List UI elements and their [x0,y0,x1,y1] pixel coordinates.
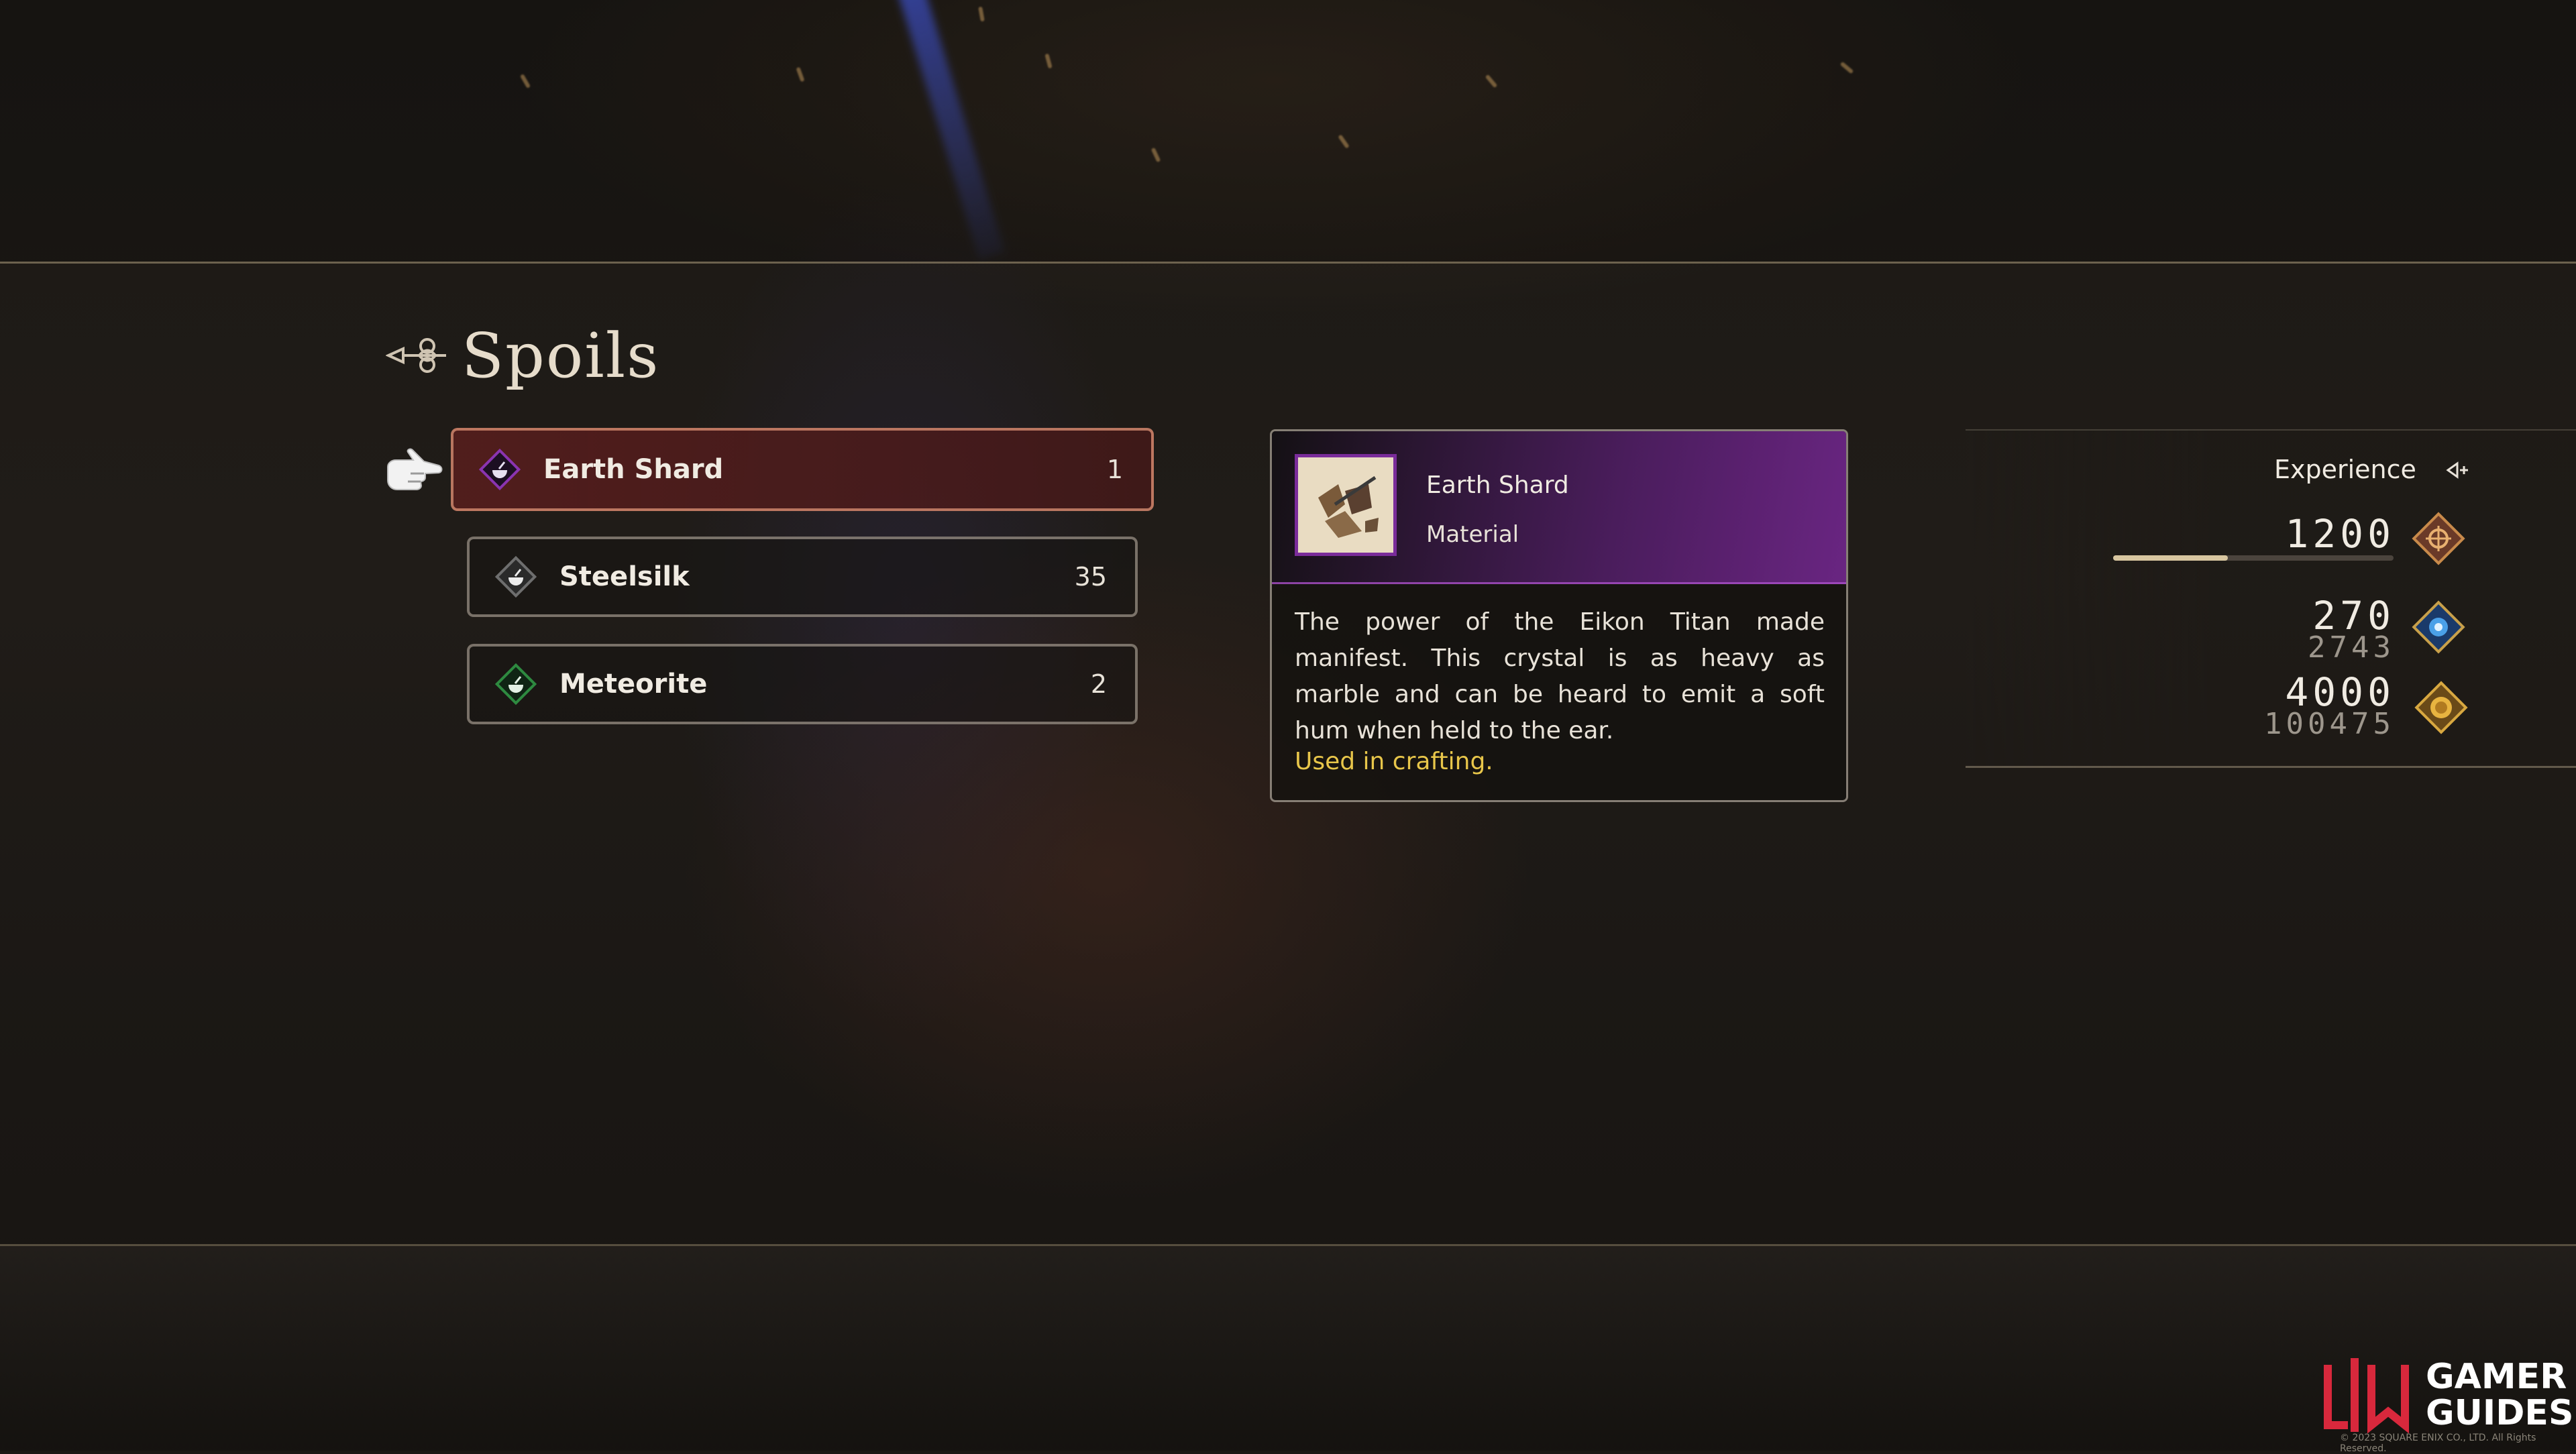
page-title: Spoils [462,319,660,392]
item-count: 2 [1090,669,1107,699]
top-band [0,0,2576,264]
item-detail-panel: Earth Shard Material The power of the Ei… [1270,429,1848,802]
detail-item-type: Material [1426,521,1519,548]
detail-description: The power of the Eikon Titan made manife… [1295,608,1825,744]
material-diamond-icon [495,663,537,705]
pointer-hand-icon [387,448,443,490]
item-detail-header: Earth Shard Material [1272,431,1846,584]
item-name: Earth Shard [543,454,724,485]
experience-gem-icon [2412,512,2465,565]
copyright-notice: © 2023 SQUARE ENIX CO., LTD. All Rights … [2340,1433,2536,1454]
ability-points-total: 2743 [2308,630,2395,665]
ability-points-gem-icon [2412,600,2465,654]
experience-arrow-icon [2446,461,2468,479]
item-name: Steelsilk [559,561,690,592]
experience-gained: 1200 [2285,511,2395,557]
spoils-item-earth-shard[interactable]: Earth Shard 1 [451,428,1154,511]
earth-shard-thumbnail [1295,454,1397,556]
logo-text-line1: GAMER [2426,1357,2567,1397]
experience-progress-fill [2113,555,2229,561]
gamer-guides-logo-mark [2324,1358,2409,1434]
page-header: Spoils [386,315,659,396]
gil-total: 100475 [2264,707,2395,741]
bottom-band [0,1244,2576,1451]
logo-text-line2: GUIDES [2426,1393,2574,1433]
experience-label: Experience [2274,455,2416,484]
spoils-item-steelsilk[interactable]: Steelsilk 35 [467,537,1138,617]
item-name: Meteorite [559,669,708,700]
logo-text: GAMER GUIDES [2426,1359,2573,1431]
gil-coin-icon [2414,681,2468,734]
detail-item-name: Earth Shard [1426,471,1569,499]
experience-progress-bar [2113,555,2394,561]
item-count: 35 [1074,562,1107,592]
material-diamond-icon [479,449,521,490]
material-diamond-icon [495,556,537,598]
detail-crafting-note: Used in crafting. [1295,748,1493,775]
ornament-icon [386,338,446,373]
item-count: 1 [1106,455,1123,484]
earth-shard-image [1298,457,1393,553]
spoils-item-meteorite[interactable]: Meteorite 2 [467,644,1138,724]
